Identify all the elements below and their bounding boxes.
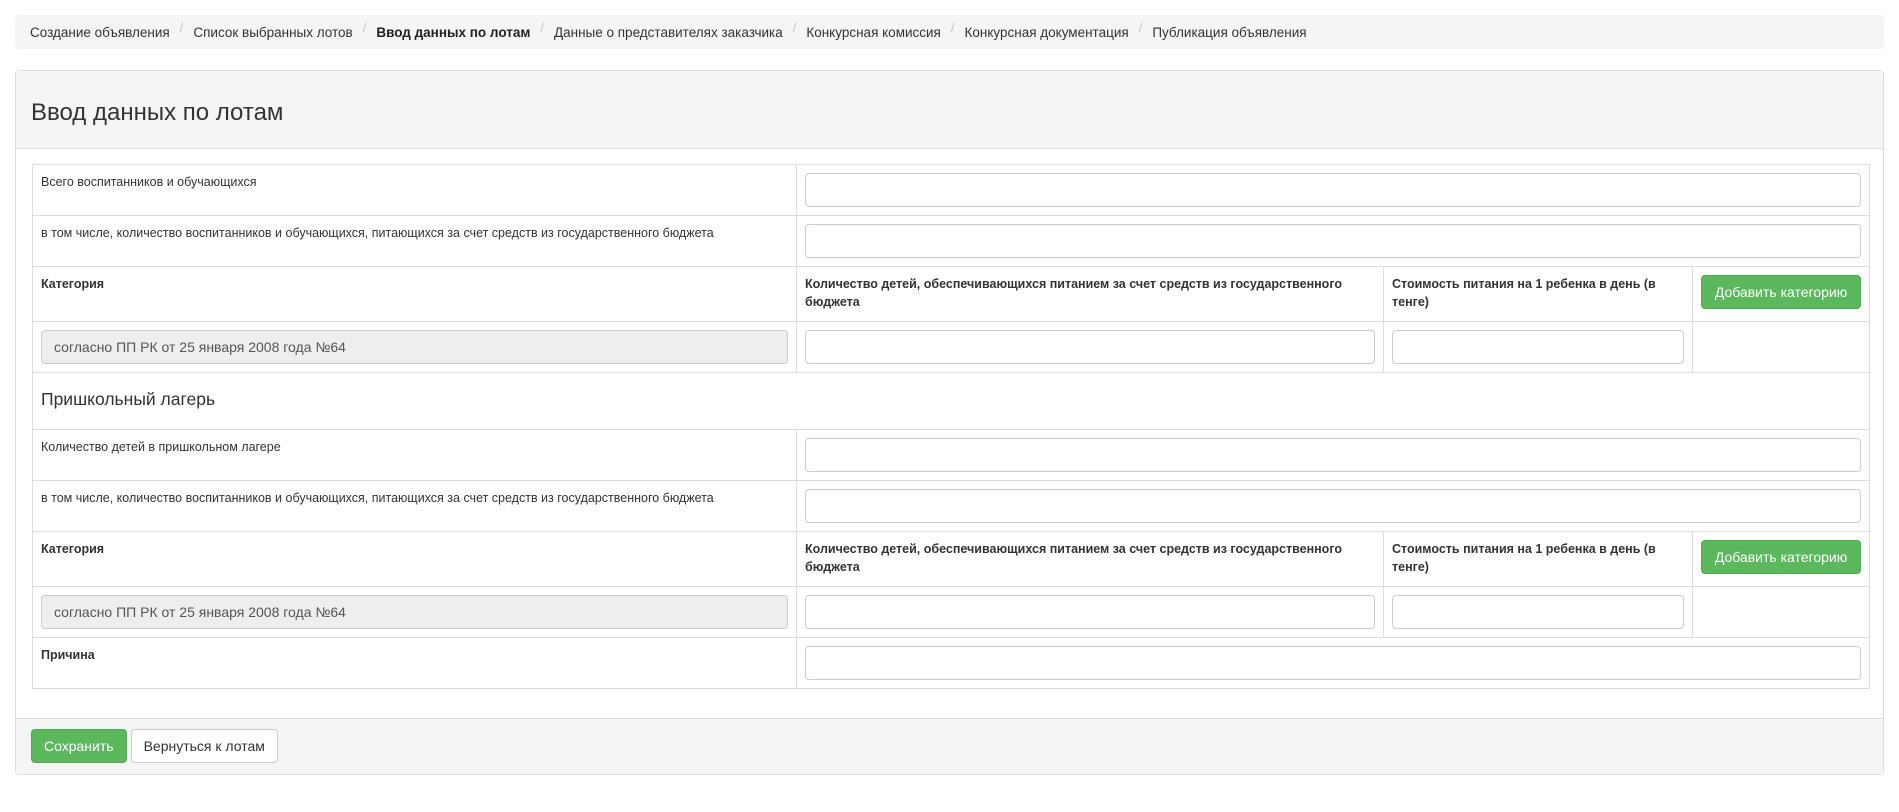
camp-category-input bbox=[41, 595, 788, 629]
budget-students-input[interactable] bbox=[805, 224, 1862, 258]
meal-cost-input[interactable] bbox=[1392, 330, 1684, 364]
camp-count-cell bbox=[795, 429, 1871, 481]
camp-add-category-button[interactable]: Добавить категорию bbox=[1701, 540, 1862, 574]
breadcrumb-item-selected-lots[interactable]: Список выбранных лотов bbox=[193, 25, 352, 40]
camp-budget-label: в том числе, количество воспитанников и … bbox=[32, 480, 797, 532]
camp-category-cell bbox=[32, 586, 797, 638]
add-category-button[interactable]: Добавить категорию bbox=[1701, 275, 1862, 309]
breadcrumb-separator: / bbox=[950, 19, 955, 35]
children-count-header: Количество детей, обеспечивающихся питан… bbox=[796, 266, 1384, 322]
breadcrumb-separator: / bbox=[179, 19, 184, 35]
category-cell bbox=[32, 321, 797, 373]
camp-empty-action-cell bbox=[1691, 586, 1871, 638]
breadcrumb-item-documentation[interactable]: Конкурсная документация bbox=[965, 25, 1129, 40]
form-row-budget-students: в том числе, количество воспитанников и … bbox=[32, 215, 1871, 267]
reason-cell bbox=[795, 637, 1871, 689]
empty-action-cell bbox=[1691, 321, 1871, 373]
camp-category-row bbox=[32, 586, 1871, 638]
lot-data-panel: Ввод данных по лотам Всего воспитанников… bbox=[15, 70, 1884, 775]
back-to-lots-button[interactable]: Вернуться к лотам bbox=[130, 729, 278, 763]
camp-meal-cost-cell bbox=[1383, 586, 1693, 638]
breadcrumb-separator: / bbox=[362, 19, 367, 35]
camp-meal-cost-header: Стоимость питания на 1 ребенка в день (в… bbox=[1383, 531, 1693, 587]
category-header: Категория bbox=[32, 266, 797, 322]
camp-count-input[interactable] bbox=[805, 438, 1862, 472]
camp-budget-cell bbox=[795, 480, 1871, 532]
breadcrumb-separator: / bbox=[792, 19, 797, 35]
children-count-cell bbox=[796, 321, 1384, 373]
camp-section-title: Пришкольный лагерь bbox=[31, 372, 1871, 430]
meal-cost-cell bbox=[1383, 321, 1693, 373]
camp-count-label: Количество детей в пришкольном лагере bbox=[32, 429, 797, 481]
form-row-camp-count: Количество детей в пришкольном лагере bbox=[32, 429, 1871, 481]
breadcrumb: Создание объявления / Список выбранных л… bbox=[15, 15, 1884, 49]
breadcrumb-item-lot-data: Ввод данных по лотам bbox=[376, 24, 531, 40]
category-row bbox=[32, 321, 1871, 373]
camp-category-header-row: Категория Количество детей, обеспечивающ… bbox=[32, 531, 1871, 587]
panel-heading: Ввод данных по лотам bbox=[16, 71, 1883, 149]
breadcrumb-item-commission[interactable]: Конкурсная комиссия bbox=[806, 25, 941, 40]
camp-section-row: Пришкольный лагерь bbox=[31, 372, 1871, 430]
children-count-input[interactable] bbox=[805, 330, 1375, 364]
page: Создание объявления / Список выбранных л… bbox=[0, 0, 1899, 812]
category-input bbox=[41, 330, 788, 364]
total-students-input[interactable] bbox=[805, 173, 1862, 207]
footer-buttons: Сохранить Вернуться к лотам bbox=[31, 729, 278, 763]
camp-budget-input[interactable] bbox=[805, 489, 1862, 523]
lot-data-form: Всего воспитанников и обучающихся в том … bbox=[31, 164, 1871, 689]
reason-label: Причина bbox=[32, 637, 797, 689]
category-header-row: Категория Количество детей, обеспечивающ… bbox=[32, 266, 1871, 322]
total-students-cell bbox=[795, 164, 1871, 216]
page-title: Ввод данных по лотам bbox=[31, 99, 284, 126]
reason-input[interactable] bbox=[805, 646, 1862, 680]
camp-children-count-input[interactable] bbox=[805, 595, 1375, 629]
form-row-camp-budget: в том числе, количество воспитанников и … bbox=[32, 480, 1871, 532]
meal-cost-header: Стоимость питания на 1 ребенка в день (в… bbox=[1383, 266, 1693, 322]
budget-students-label: в том числе, количество воспитанников и … bbox=[32, 215, 797, 267]
panel-footer: Сохранить Вернуться к лотам bbox=[16, 718, 1883, 774]
camp-children-count-cell bbox=[796, 586, 1384, 638]
camp-meal-cost-input[interactable] bbox=[1392, 595, 1684, 629]
form-row-reason: Причина bbox=[32, 637, 1871, 689]
form-row-total-students: Всего воспитанников и обучающихся bbox=[32, 164, 1871, 216]
camp-children-count-header: Количество детей, обеспечивающихся питан… bbox=[796, 531, 1384, 587]
breadcrumb-separator: / bbox=[1138, 19, 1143, 35]
add-category-cell: Добавить категорию bbox=[1691, 266, 1871, 322]
breadcrumb-item-create-announcement[interactable]: Создание объявления bbox=[30, 25, 170, 40]
breadcrumb-separator: / bbox=[540, 19, 544, 35]
budget-students-cell bbox=[795, 215, 1871, 267]
save-button[interactable]: Сохранить bbox=[31, 729, 127, 763]
breadcrumb-item-customer-representatives[interactable]: Данные о представителях заказчика bbox=[554, 25, 783, 40]
breadcrumb-item-publication[interactable]: Публикация объявления bbox=[1152, 25, 1306, 40]
camp-category-header: Категория bbox=[32, 531, 797, 587]
camp-add-category-cell: Добавить категорию bbox=[1691, 531, 1871, 587]
total-students-label: Всего воспитанников и обучающихся bbox=[32, 164, 797, 216]
